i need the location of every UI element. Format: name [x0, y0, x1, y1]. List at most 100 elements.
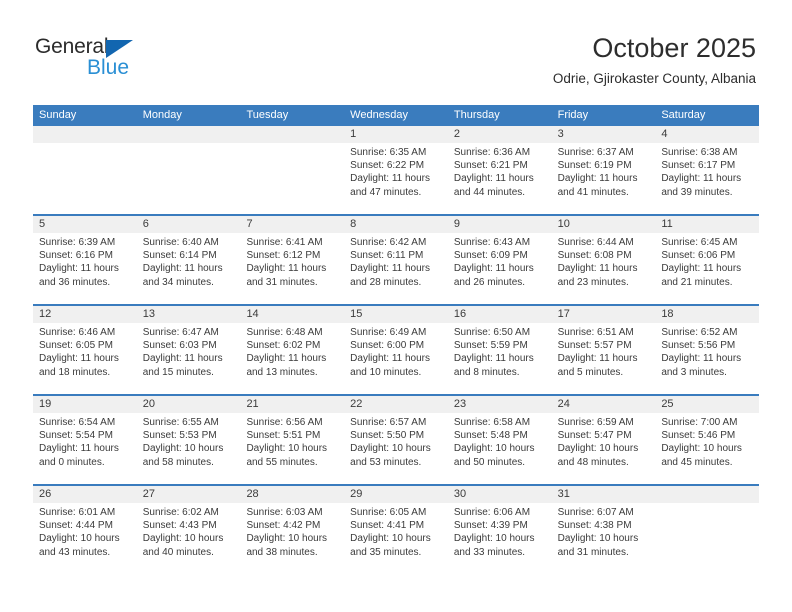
day-cell: Sunrise: 6:50 AM Sunset: 5:59 PM Dayligh… — [448, 323, 552, 394]
weekday-header-wednesday: Wednesday — [350, 109, 409, 121]
sunset-text: Sunset: 6:09 PM — [453, 250, 528, 262]
sunrise-text: Sunrise: 6:57 AM — [350, 417, 427, 428]
day-cell: Sunrise: 6:36 AM Sunset: 6:21 PM Dayligh… — [448, 143, 552, 214]
day-number: 17 — [557, 308, 570, 320]
day-number: 19 — [39, 398, 52, 410]
sunrise-text: Sunrise: 6:05 AM — [350, 507, 427, 518]
sunset-text: Sunset: 5:54 PM — [39, 430, 113, 442]
day-number: 4 — [661, 128, 668, 140]
daylight-text-line1: Daylight: 11 hours — [661, 263, 742, 275]
sunset-text: Sunset: 4:41 PM — [350, 520, 425, 532]
day-number — [655, 486, 759, 503]
daylight-text-line2: and 45 minutes. — [661, 456, 733, 468]
weekday-header-sunday: Sunday — [39, 109, 77, 121]
sunrise-text: Sunrise: 6:58 AM — [453, 417, 531, 428]
sunset-text: Sunset: 5:47 PM — [557, 430, 632, 442]
sunset-text: Sunset: 5:50 PM — [350, 430, 425, 442]
page-header: General Blue October 2025 Odrie, Gjiroka… — [0, 0, 792, 100]
sunrise-text: Sunrise: 6:42 AM — [350, 237, 427, 248]
sunset-text: Sunset: 5:59 PM — [453, 340, 528, 352]
sunset-text: Sunset: 6:14 PM — [142, 250, 217, 262]
daylight-text-line2: and 50 minutes. — [453, 456, 526, 468]
daylight-text-line1: Daylight: 11 hours — [350, 173, 431, 185]
sunset-text: Sunset: 6:08 PM — [557, 250, 632, 262]
day-number: 27 — [142, 488, 155, 500]
daylight-text-line2: and 23 minutes. — [557, 276, 629, 288]
calendar-week-row: 26 27 28 29 30 31 Sunrise: 6:01 AM Sunse… — [33, 486, 759, 574]
daylight-text-line1: Daylight: 10 hours — [557, 533, 639, 545]
calendar-week-row: 1 2 3 4 Sunrise: 6:35 AM Sunset: 6:22 PM… — [33, 126, 759, 216]
day-cell: Sunrise: 6:41 AM Sunset: 6:12 PM Dayligh… — [240, 233, 344, 304]
week-daynumber-band: 1 2 3 4 — [33, 126, 759, 143]
weekday-header-tuesday: Tuesday — [246, 109, 289, 121]
day-cell: Sunrise: 6:40 AM Sunset: 6:14 PM Dayligh… — [137, 233, 241, 304]
sunset-text: Sunset: 6:02 PM — [246, 340, 321, 352]
weekday-header-saturday: Saturday — [661, 109, 706, 121]
sunrise-text: Sunrise: 6:02 AM — [142, 507, 219, 518]
daylight-text-line1: Daylight: 11 hours — [453, 173, 534, 185]
daylight-text-line1: Daylight: 10 hours — [453, 533, 535, 545]
day-cell: Sunrise: 6:46 AM Sunset: 6:05 PM Dayligh… — [33, 323, 137, 394]
daylight-text-line2: and 10 minutes. — [350, 366, 422, 378]
sunset-text: Sunset: 5:57 PM — [557, 340, 632, 352]
sunrise-text: Sunrise: 6:36 AM — [453, 147, 531, 158]
sunset-text: Sunset: 5:56 PM — [661, 340, 736, 352]
day-number: 3 — [557, 128, 564, 140]
day-number: 11 — [661, 218, 673, 230]
daylight-text-line2: and 41 minutes. — [557, 186, 629, 198]
sunrise-text: Sunrise: 6:45 AM — [661, 237, 738, 248]
day-cell: Sunrise: 6:48 AM Sunset: 6:02 PM Dayligh… — [240, 323, 344, 394]
daylight-text-line1: Daylight: 10 hours — [350, 533, 431, 545]
sunrise-text: Sunrise: 6:38 AM — [661, 147, 738, 158]
sunrise-text: Sunrise: 6:44 AM — [557, 237, 634, 248]
sunset-text: Sunset: 6:03 PM — [142, 340, 217, 352]
day-cell: Sunrise: 6:56 AM Sunset: 5:51 PM Dayligh… — [240, 413, 344, 484]
daylight-text-line1: Daylight: 11 hours — [142, 353, 223, 365]
day-cell: Sunrise: 6:49 AM Sunset: 6:00 PM Dayligh… — [344, 323, 448, 394]
calendar-week-row: 12 13 14 15 16 17 18 Sunrise: 6:46 AM Su… — [33, 306, 759, 396]
day-cell — [655, 503, 759, 574]
sunset-text: Sunset: 6:05 PM — [39, 340, 113, 352]
daylight-text-line1: Daylight: 11 hours — [246, 353, 327, 365]
sunrise-text: Sunrise: 7:00 AM — [661, 417, 738, 428]
calendar-week-row: 19 20 21 22 23 24 25 Sunrise: 6:54 AM Su… — [33, 396, 759, 486]
sunset-text: Sunset: 4:42 PM — [246, 520, 321, 532]
sunrise-text: Sunrise: 6:03 AM — [246, 507, 323, 518]
daylight-text-line1: Daylight: 10 hours — [246, 443, 328, 455]
sunset-text: Sunset: 4:43 PM — [142, 520, 217, 532]
weekday-header-monday: Monday — [142, 109, 182, 121]
daylight-text-line1: Daylight: 10 hours — [142, 533, 224, 545]
daylight-text-line1: Daylight: 11 hours — [246, 263, 327, 275]
daylight-text-line2: and 26 minutes. — [453, 276, 526, 288]
day-number: 24 — [557, 398, 570, 410]
daylight-text-line2: and 31 minutes. — [246, 276, 318, 288]
day-number — [137, 126, 241, 143]
day-cell: Sunrise: 7:00 AM Sunset: 5:46 PM Dayligh… — [655, 413, 759, 484]
day-cell: Sunrise: 6:07 AM Sunset: 4:38 PM Dayligh… — [552, 503, 656, 574]
daylight-text-line2: and 43 minutes. — [39, 546, 111, 558]
day-number: 31 — [557, 488, 570, 500]
day-number: 7 — [246, 218, 253, 230]
week-content-band: Sunrise: 6:01 AM Sunset: 4:44 PM Dayligh… — [33, 503, 759, 574]
sunset-text: Sunset: 6:00 PM — [350, 340, 425, 352]
logo-text-general: General — [35, 35, 109, 58]
day-number: 15 — [350, 308, 363, 320]
sunset-text: Sunset: 5:48 PM — [453, 430, 528, 442]
sunrise-text: Sunrise: 6:50 AM — [453, 327, 531, 338]
sunrise-text: Sunrise: 6:52 AM — [661, 327, 738, 338]
daylight-text-line1: Daylight: 10 hours — [142, 443, 224, 455]
day-cell — [240, 143, 344, 214]
daylight-text-line2: and 35 minutes. — [350, 546, 422, 558]
week-content-band: Sunrise: 6:46 AM Sunset: 6:05 PM Dayligh… — [33, 323, 759, 394]
day-number — [240, 126, 344, 143]
sunset-text: Sunset: 6:12 PM — [246, 250, 321, 262]
day-number: 20 — [142, 398, 155, 410]
day-cell: Sunrise: 6:42 AM Sunset: 6:11 PM Dayligh… — [344, 233, 448, 304]
day-number: 23 — [453, 398, 467, 410]
week-daynumber-band: 19 20 21 22 23 24 25 — [33, 396, 759, 413]
day-cell: Sunrise: 6:35 AM Sunset: 6:22 PM Dayligh… — [344, 143, 448, 214]
daylight-text-line1: Daylight: 11 hours — [39, 263, 119, 275]
day-number: 26 — [39, 488, 52, 500]
page-subtitle: Odrie, Gjirokaster County, Albania — [552, 71, 756, 86]
sunset-text: Sunset: 4:38 PM — [557, 520, 632, 532]
